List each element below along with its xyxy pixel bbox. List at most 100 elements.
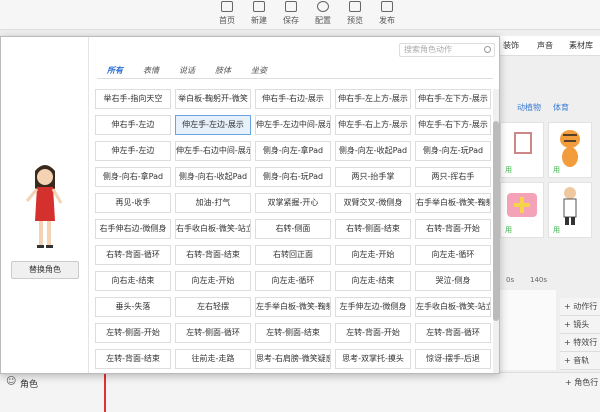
action-item[interactable]: 伸左手-右边中间-展示 (175, 141, 251, 161)
action-item[interactable]: 右手举白板-微笑-鞠躬开 (415, 193, 491, 213)
action-item[interactable]: 左手举白板-微笑-鞠躬开 (255, 297, 331, 317)
action-item[interactable]: 思考-右肩膀-微笑疑惑 (255, 349, 331, 369)
action-item[interactable]: 往前走-走路 (175, 349, 251, 369)
scroll-thumb[interactable] (493, 121, 499, 321)
tab-body[interactable]: 肢体 (215, 65, 231, 76)
action-item[interactable]: 侧身-向右-收起Pad (175, 167, 251, 187)
toolbar-new-button[interactable]: 新建 (245, 1, 273, 26)
action-item[interactable]: 再见-收手 (95, 193, 171, 213)
add-effect-row[interactable]: + 特效行 (560, 334, 600, 352)
action-search-input[interactable]: 搜索角色动作 (399, 43, 495, 57)
asset-card[interactable]: 用 (500, 122, 544, 178)
action-item[interactable]: 右转-侧面 (255, 219, 331, 239)
asset-card[interactable]: 用 (548, 122, 592, 178)
action-item[interactable]: 侧身-向右-玩Pad (255, 167, 331, 187)
toolbar-settings-button[interactable]: 配置 (309, 1, 337, 26)
toolbar-publish-label: 发布 (379, 16, 395, 25)
action-item[interactable]: 右手伸右边-微侧身 (95, 219, 171, 239)
action-item[interactable]: 伸左手-左边 (95, 141, 171, 161)
person-image (563, 187, 577, 225)
action-item[interactable]: 右手收白板-微笑-站立 (175, 219, 251, 239)
action-item[interactable]: 加油-打气 (175, 193, 251, 213)
action-grid-scrollbar[interactable] (493, 89, 499, 373)
action-item[interactable]: 举右手-指向天空 (95, 89, 171, 109)
action-item[interactable]: 侧身-向左-拿Pad (255, 141, 331, 161)
action-item[interactable]: 双臂交叉-微侧身 (335, 193, 411, 213)
action-item[interactable]: 伸右手-右边-展示 (255, 89, 331, 109)
asset-card[interactable]: 用 (500, 182, 544, 238)
add-camera-row[interactable]: + 镜头 (560, 316, 600, 334)
main-toolbar: 首页 新建 保存 配置 预览 发布 (0, 0, 600, 30)
asset-subtabs: 动植物 体育 (497, 98, 600, 116)
action-category-tabs: 所有 表情 说话 肢体 坐姿 (97, 63, 493, 79)
action-item[interactable]: 思考-双掌托-摸头 (335, 349, 411, 369)
tab-decoration[interactable]: 装饰 (503, 40, 519, 51)
action-item[interactable]: 侧身-向右-拿Pad (95, 167, 171, 187)
action-item[interactable]: 左手收白板-微笑-站立 (415, 297, 491, 317)
replace-character-button[interactable]: 替换角色 (11, 261, 79, 279)
timeline-track[interactable] (500, 290, 556, 370)
action-item[interactable]: 伸左手-左边-展示 (175, 115, 251, 135)
action-item[interactable]: 举白板-鞠躬开-微笑 (175, 89, 251, 109)
action-item[interactable]: 向左走-开始 (175, 271, 251, 291)
action-item[interactable]: 伸右手-左上方-展示 (335, 89, 411, 109)
tab-sound[interactable]: 声音 (537, 40, 553, 51)
asset-grid: 用 用 用 用 (500, 122, 600, 242)
cup-image (514, 132, 532, 154)
action-item[interactable]: 伸左手-左边中间-展示 (255, 115, 331, 135)
action-item[interactable]: 左转-侧面-循环 (175, 323, 251, 343)
gear-icon (317, 1, 329, 12)
action-item[interactable]: 伸右手-左下方-展示 (415, 89, 491, 109)
action-item[interactable]: 双掌紧握-开心 (255, 193, 331, 213)
action-item[interactable]: 左转-背面-开始 (335, 323, 411, 343)
action-item[interactable]: 伸左手-右下方-展示 (415, 115, 491, 135)
action-item[interactable]: 右转-侧面-结束 (335, 219, 411, 239)
action-item[interactable]: 哭泣-侧身 (415, 271, 491, 291)
search-icon[interactable] (484, 46, 491, 53)
tab-library[interactable]: 素材库 (569, 40, 593, 51)
search-placeholder: 搜索角色动作 (404, 45, 452, 54)
add-action-row[interactable]: + 动作行 (560, 298, 600, 316)
action-item[interactable]: 左转-背面-结束 (95, 349, 171, 369)
action-item[interactable]: 两只-挥右手 (415, 167, 491, 187)
action-item[interactable]: 向左走-结束 (335, 271, 411, 291)
playhead-marker[interactable] (104, 372, 106, 412)
tab-all[interactable]: 所有 (107, 65, 123, 76)
action-item[interactable]: 向左走-循环 (255, 271, 331, 291)
action-item[interactable]: 右转-背面-结束 (175, 245, 251, 265)
tab-speaking[interactable]: 说话 (179, 65, 195, 76)
action-item[interactable]: 向左走-循环 (415, 245, 491, 265)
action-item[interactable]: 伸左手-右上方-展示 (335, 115, 411, 135)
subtab-animals[interactable]: 动植物 (517, 102, 541, 113)
action-item[interactable]: 左转-侧面-开始 (95, 323, 171, 343)
toolbar-home-label: 首页 (219, 16, 235, 25)
toolbar-save-button[interactable]: 保存 (277, 1, 305, 26)
toolbar-preview-button[interactable]: 预览 (341, 1, 369, 26)
action-item[interactable]: 左转-侧面-结束 (255, 323, 331, 343)
action-item[interactable]: 右转-背面-开始 (415, 219, 491, 239)
asset-card[interactable]: 用 (548, 182, 592, 238)
action-item[interactable]: 右转-背面-循环 (95, 245, 171, 265)
add-role-row[interactable]: + 角色行 (565, 377, 598, 388)
subtab-sports[interactable]: 体育 (553, 102, 569, 113)
action-item[interactable]: 向右走-结束 (95, 271, 171, 291)
toolbar-home-button[interactable]: 首页 (213, 1, 241, 26)
character-preview-pane: 替换角色 (1, 37, 89, 373)
action-item[interactable]: 右转回正面 (255, 245, 331, 265)
action-item[interactable]: 侧身-向左-收起Pad (335, 141, 411, 161)
toolbar-new-label: 新建 (251, 16, 267, 25)
action-item[interactable]: 向左走-开始 (335, 245, 411, 265)
action-item[interactable]: 伸右手-左边 (95, 115, 171, 135)
action-item[interactable]: 惊讶-摆手-后退 (415, 349, 491, 369)
action-item[interactable]: 左转-背面-循环 (415, 323, 491, 343)
toolbar-publish-button[interactable]: 发布 (373, 1, 401, 26)
action-item[interactable]: 两只-抬手掌 (335, 167, 411, 187)
tab-expression[interactable]: 表情 (143, 65, 159, 76)
add-audio-row[interactable]: + 音轨 (560, 352, 600, 370)
action-item[interactable]: 左手伸左边-微侧身 (335, 297, 411, 317)
timeline-ruler: 0s 140s (500, 276, 600, 288)
tab-sitting[interactable]: 坐姿 (251, 65, 267, 76)
action-item[interactable]: 垂头-失落 (95, 297, 171, 317)
action-item[interactable]: 左右轻摆 (175, 297, 251, 317)
action-item[interactable]: 侧身-向左-玩Pad (415, 141, 491, 161)
